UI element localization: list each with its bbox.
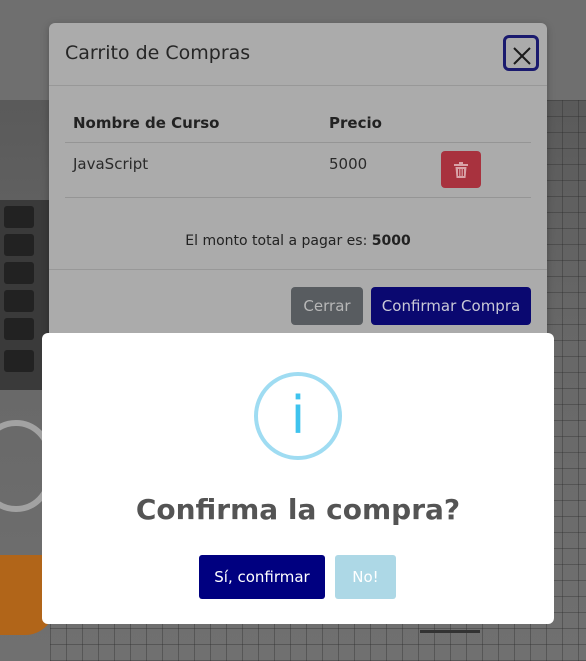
trash-icon bbox=[454, 161, 468, 178]
delete-item-button[interactable] bbox=[441, 151, 481, 188]
cart-modal: Carrito de Compras Nombre de Curso Preci… bbox=[49, 23, 547, 343]
confirm-no-button[interactable]: No! bbox=[335, 555, 396, 599]
close-button[interactable]: Cerrar bbox=[291, 287, 363, 325]
confirm-purchase-button[interactable]: Confirmar Compra bbox=[371, 287, 531, 325]
cart-modal-header: Carrito de Compras bbox=[49, 23, 547, 86]
table-row-divider bbox=[65, 197, 531, 198]
column-header-course-name: Nombre de Curso bbox=[73, 114, 220, 132]
confirm-dialog: i Confirma la compra? Sí, confirmar No! bbox=[42, 333, 554, 624]
hero-device-decoration bbox=[420, 630, 480, 653]
column-header-price: Precio bbox=[329, 114, 382, 132]
confirm-dialog-title: Confirma la compra? bbox=[135, 493, 461, 526]
info-glyph: i bbox=[290, 386, 306, 446]
cart-total: El monto total a pagar es: 5000 bbox=[49, 233, 547, 249]
price-cell: 5000 bbox=[329, 155, 368, 173]
info-icon: i bbox=[254, 372, 342, 460]
confirm-yes-button[interactable]: Sí, confirmar bbox=[199, 555, 325, 599]
total-value: 5000 bbox=[371, 233, 411, 249]
cart-footer-divider bbox=[49, 269, 547, 270]
total-label: El monto total a pagar es: bbox=[185, 233, 368, 249]
cart-modal-title: Carrito de Compras bbox=[65, 42, 251, 64]
close-icon bbox=[513, 47, 531, 65]
course-name-cell: JavaScript bbox=[73, 155, 149, 173]
table-header-divider bbox=[65, 142, 531, 143]
close-modal-button[interactable] bbox=[503, 35, 539, 71]
